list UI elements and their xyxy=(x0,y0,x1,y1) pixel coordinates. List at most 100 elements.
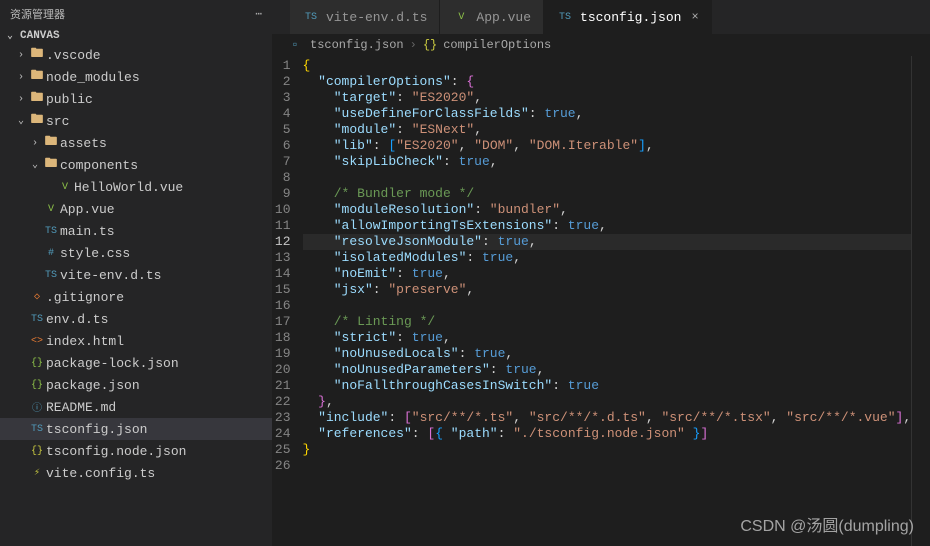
code-line[interactable]: "target": "ES2020", xyxy=(303,90,912,106)
folder-item[interactable]: ›🖿public xyxy=(0,88,272,110)
file-item[interactable]: #style.css xyxy=(0,242,272,264)
file-type-icon: ⓘ xyxy=(28,399,46,415)
folder-item[interactable]: ›🖿assets xyxy=(0,132,272,154)
chevron-right-icon: › xyxy=(28,138,42,149)
breadcrumb[interactable]: ▫ tsconfig.json › {} compilerOptions xyxy=(272,34,930,56)
more-icon[interactable]: ⋯ xyxy=(255,7,262,21)
file-item[interactable]: TSmain.ts xyxy=(0,220,272,242)
file-item[interactable]: VHelloWorld.vue xyxy=(0,176,272,198)
code-line[interactable]: "allowImportingTsExtensions": true, xyxy=(303,218,912,234)
code-line[interactable]: } xyxy=(303,442,912,458)
code-line[interactable]: "strict": true, xyxy=(303,330,912,346)
code-editor[interactable]: 1234567891011121314151617181920212223242… xyxy=(272,56,930,546)
file-item[interactable]: <>index.html xyxy=(0,330,272,352)
file-item[interactable]: TSenv.d.ts xyxy=(0,308,272,330)
file-item[interactable]: ⓘREADME.md xyxy=(0,396,272,418)
line-number: 14 xyxy=(272,266,291,282)
file-type-icon: {} xyxy=(28,358,46,369)
file-item[interactable]: {}package.json xyxy=(0,374,272,396)
code-line[interactable]: { xyxy=(303,58,912,74)
code-line[interactable] xyxy=(303,170,912,186)
file-item[interactable]: TSvite-env.d.ts xyxy=(0,264,272,286)
file-type-icon: ⚡ xyxy=(28,467,46,479)
code-line[interactable]: "noEmit": true, xyxy=(303,266,912,282)
symbol-icon: {} xyxy=(423,38,437,52)
file-item[interactable]: {}package-lock.json xyxy=(0,352,272,374)
item-label: package-lock.json xyxy=(46,356,179,371)
file-type-icon: V xyxy=(42,204,60,215)
item-label: components xyxy=(60,158,138,173)
file-item[interactable]: TStsconfig.json xyxy=(0,418,272,440)
file-type-icon: V xyxy=(56,182,74,193)
code-line[interactable]: "useDefineForClassFields": true, xyxy=(303,106,912,122)
line-number: 26 xyxy=(272,458,291,474)
folder-item[interactable]: ⌄🖿src xyxy=(0,110,272,132)
folder-item[interactable]: ›🖿node_modules xyxy=(0,66,272,88)
file-type-icon: TS xyxy=(42,226,60,237)
explorer-title: 资源管理器 ⋯ xyxy=(0,0,272,28)
minimap[interactable] xyxy=(911,56,930,546)
file-item[interactable]: ◇.gitignore xyxy=(0,286,272,308)
folder-item[interactable]: ⌄🖿components xyxy=(0,154,272,176)
file-item[interactable]: ⚡vite.config.ts xyxy=(0,462,272,484)
chevron-right-icon: › xyxy=(410,38,417,52)
code-line[interactable]: /* Linting */ xyxy=(303,314,912,330)
explorer-sidebar: 资源管理器 ⋯ ⌄ CANVAS ›🖿.vscode›🖿node_modules… xyxy=(0,0,272,546)
line-number: 15 xyxy=(272,282,291,298)
explorer-title-text: 资源管理器 xyxy=(10,6,65,22)
code-content[interactable]: { "compilerOptions": { "target": "ES2020… xyxy=(303,56,912,546)
file-type-icon: {} xyxy=(28,446,46,457)
file-item[interactable]: VApp.vue xyxy=(0,198,272,220)
folder-item[interactable]: ›🖿.vscode xyxy=(0,44,272,66)
code-line[interactable]: "lib": ["ES2020", "DOM", "DOM.Iterable"]… xyxy=(303,138,912,154)
chevron-down-icon: ⌄ xyxy=(4,30,16,42)
code-line[interactable]: "resolveJsonModule": true, xyxy=(303,234,912,250)
code-line[interactable]: "noFallthroughCasesInSwitch": true xyxy=(303,378,912,394)
item-label: main.ts xyxy=(60,224,115,239)
line-number: 16 xyxy=(272,298,291,314)
line-number: 20 xyxy=(272,362,291,378)
file-item[interactable]: {}tsconfig.node.json xyxy=(0,440,272,462)
code-line[interactable] xyxy=(303,458,912,474)
item-label: .vscode xyxy=(46,48,101,63)
close-icon[interactable]: × xyxy=(691,10,698,24)
line-number: 10 xyxy=(272,202,291,218)
file-type-icon: ◇ xyxy=(28,291,46,303)
code-line[interactable]: }, xyxy=(303,394,912,410)
line-number: 11 xyxy=(272,218,291,234)
code-line[interactable]: "noUnusedParameters": true, xyxy=(303,362,912,378)
line-number: 23 xyxy=(272,410,291,426)
line-number: 8 xyxy=(272,170,291,186)
editor-tab[interactable]: TSvite-env.d.ts xyxy=(290,0,440,34)
code-line[interactable]: "references": [{ "path": "./tsconfig.nod… xyxy=(303,426,912,442)
editor-tab[interactable]: TStsconfig.json× xyxy=(544,0,712,34)
code-line[interactable]: "noUnusedLocals": true, xyxy=(303,346,912,362)
file-type-icon: {} xyxy=(28,380,46,391)
code-line[interactable]: "module": "ESNext", xyxy=(303,122,912,138)
folder-icon: 🖿 xyxy=(42,154,60,176)
code-line[interactable]: "moduleResolution": "bundler", xyxy=(303,202,912,218)
file-tree: ›🖿.vscode›🖿node_modules›🖿public⌄🖿src›🖿as… xyxy=(0,44,272,546)
code-line[interactable]: /* Bundler mode */ xyxy=(303,186,912,202)
code-line[interactable]: "jsx": "preserve", xyxy=(303,282,912,298)
code-line[interactable]: "skipLibCheck": true, xyxy=(303,154,912,170)
line-number: 13 xyxy=(272,250,291,266)
editor-tab[interactable]: VApp.vue xyxy=(440,0,544,34)
line-number: 17 xyxy=(272,314,291,330)
line-number: 12 xyxy=(272,234,291,250)
chevron-down-icon: ⌄ xyxy=(28,159,42,171)
item-label: package.json xyxy=(46,378,140,393)
file-type-icon: TS xyxy=(28,424,46,435)
folder-root[interactable]: ⌄ CANVAS xyxy=(0,28,272,44)
file-type-icon: TS xyxy=(28,314,46,325)
code-line[interactable]: "isolatedModules": true, xyxy=(303,250,912,266)
code-line[interactable] xyxy=(303,298,912,314)
file-type-icon: <> xyxy=(28,336,46,347)
line-number: 3 xyxy=(272,90,291,106)
folder-icon: 🖿 xyxy=(28,88,46,110)
file-type-icon: TS xyxy=(302,12,320,23)
code-line[interactable]: "include": ["src/**/*.ts", "src/**/*.d.t… xyxy=(303,410,912,426)
item-label: tsconfig.json xyxy=(46,422,147,437)
item-label: .gitignore xyxy=(46,290,124,305)
code-line[interactable]: "compilerOptions": { xyxy=(303,74,912,90)
